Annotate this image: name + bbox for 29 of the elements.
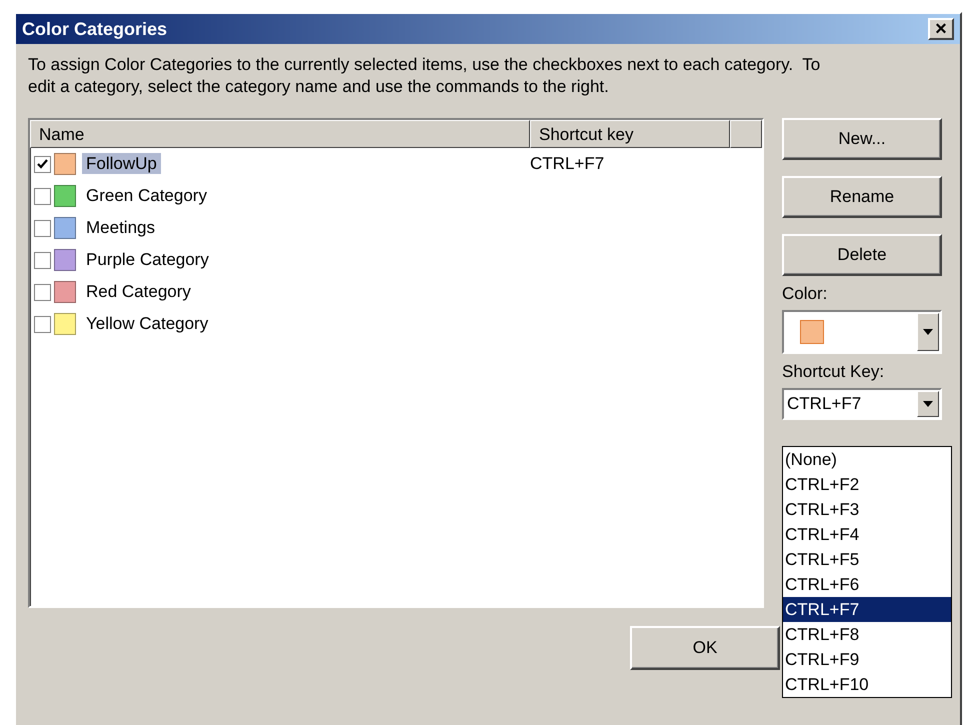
window-title: Color Categories: [22, 18, 168, 40]
category-name[interactable]: FollowUp: [82, 153, 161, 174]
dropdown-arrow-icon: [923, 329, 933, 335]
color-dropdown[interactable]: [782, 310, 942, 354]
command-button[interactable]: Rename: [782, 176, 942, 218]
category-name[interactable]: Meetings: [82, 217, 159, 238]
column-header[interactable]: Name: [30, 120, 530, 148]
color-label: Color:: [782, 284, 828, 304]
category-checkbox[interactable]: [34, 252, 51, 268]
category-checkbox[interactable]: [34, 156, 51, 172]
category-name[interactable]: Green Category: [82, 185, 211, 206]
category-checkbox[interactable]: [34, 316, 51, 332]
dropdown-arrow-icon: [923, 401, 933, 407]
close-button[interactable]: ×: [928, 18, 954, 40]
column-header[interactable]: Shortcut key: [530, 120, 730, 148]
category-checkbox[interactable]: [34, 220, 51, 236]
category-checkbox[interactable]: [34, 284, 51, 300]
command-button[interactable]: New...: [782, 118, 942, 160]
shortcut-option[interactable]: CTRL+F7: [783, 597, 951, 622]
shortcut-key-label: Shortcut Key:: [782, 362, 886, 382]
shortcut-key-dropdown[interactable]: CTRL+F7: [782, 388, 942, 420]
category-name[interactable]: Yellow Category: [82, 313, 212, 334]
category-name[interactable]: Purple Category: [82, 249, 213, 270]
category-checkbox[interactable]: [34, 188, 51, 204]
ok-button[interactable]: OK: [630, 626, 780, 670]
instructions-text: To assign Color Categories to the currently selected items, use the checkboxes next to each category. To edit a category, select the category name and use the commands to the right.: [28, 54, 822, 98]
shortcut-key: CTRL+F7: [530, 154, 604, 174]
command-button[interactable]: Delete: [782, 234, 942, 276]
category-name[interactable]: Red Category: [82, 281, 195, 302]
